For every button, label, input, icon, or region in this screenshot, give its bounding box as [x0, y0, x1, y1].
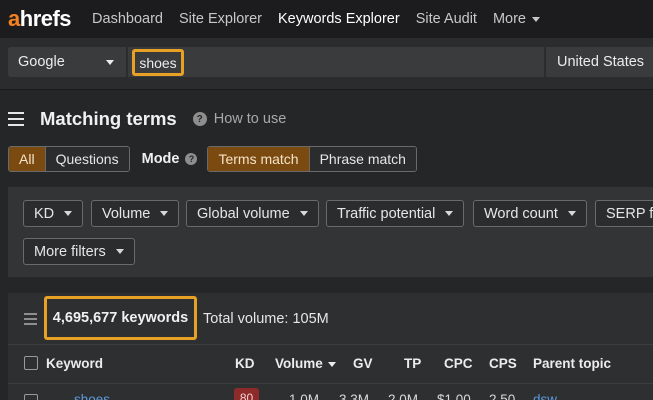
scope-all-button[interactable]: All	[9, 147, 45, 171]
scope-toggle: All Questions	[8, 146, 130, 172]
search-bar: Google United States	[0, 38, 653, 90]
chevron-down-icon	[106, 59, 114, 65]
terms-match-button[interactable]: Terms match	[208, 147, 309, 171]
row-cpc: $1.00	[437, 392, 471, 400]
match-mode-toggle: Terms match Phrase match	[207, 146, 417, 172]
table-row[interactable]: shoes 80 1.0M 3.3M 2.0M $1.00 2.50 dsw	[8, 383, 653, 400]
filter-traffic-potential-label: Traffic potential	[337, 205, 436, 222]
help-icon[interactable]: ?	[185, 153, 198, 165]
chevron-down-icon	[160, 211, 169, 216]
column-kd[interactable]: KD	[235, 356, 255, 371]
menu-icon[interactable]	[8, 112, 24, 126]
column-cpc[interactable]: CPC	[444, 356, 473, 371]
column-keyword[interactable]: Keyword	[46, 356, 103, 371]
filter-word-count-label: Word count	[484, 205, 558, 222]
row-tp: 2.0M	[388, 392, 419, 400]
phrase-match-button[interactable]: Phrase match	[308, 147, 416, 171]
chevron-down-icon	[64, 211, 73, 216]
search-engine-select[interactable]: Google	[8, 47, 126, 77]
filter-word-count[interactable]: Word count	[473, 200, 587, 227]
more-filters-button[interactable]: More filters	[23, 238, 135, 265]
chevron-down-icon	[115, 249, 124, 254]
page-heading: Matching terms ? How to use	[8, 106, 286, 132]
nav-site-audit[interactable]: Site Audit	[416, 11, 477, 27]
nav-more[interactable]: More	[493, 11, 540, 27]
table-header: Keyword KD Volume GV TP CPC CPS Parent t…	[8, 346, 653, 380]
page-title: Matching terms	[40, 108, 177, 129]
column-parent-topic[interactable]: Parent topic	[533, 356, 611, 371]
nav-site-explorer[interactable]: Site Explorer	[179, 11, 262, 27]
nav-dashboard[interactable]: Dashboard	[92, 11, 163, 27]
chevron-down-icon	[445, 211, 454, 216]
nav-keywords-explorer[interactable]: Keywords Explorer	[278, 11, 400, 27]
row-keyword[interactable]: shoes	[74, 392, 110, 400]
top-nav: a hrefs Dashboard Site Explorer Keywords …	[0, 0, 653, 38]
nav-more-label: More	[492, 11, 526, 27]
column-volume[interactable]: Volume	[275, 356, 336, 371]
row-volume: 1.0M	[289, 392, 320, 400]
select-all-checkbox[interactable]	[24, 356, 38, 370]
mode-label-text: Mode	[141, 151, 180, 167]
country-select[interactable]: United States	[546, 47, 653, 77]
search-engine-value: Google	[18, 54, 65, 70]
total-volume: Total volume: 105M	[203, 311, 329, 327]
filter-kd[interactable]: KD	[23, 200, 84, 227]
row-cps: 2.50	[489, 392, 516, 400]
ahrefs-logo[interactable]: a hrefs	[8, 6, 72, 32]
column-gv[interactable]: GV	[353, 356, 373, 371]
filter-volume-label: Volume	[102, 205, 151, 222]
results-panel: 4,695,677 keywords Total volume: 105M Ke…	[8, 293, 653, 400]
filter-kd-label: KD	[34, 205, 55, 222]
column-volume-label: Volume	[275, 356, 323, 371]
filter-serp-features[interactable]: SERP features	[595, 200, 653, 227]
more-filters-label: More filters	[34, 243, 106, 260]
column-cps[interactable]: CPS	[489, 356, 517, 371]
sort-desc-icon	[327, 361, 336, 367]
filter-panel: KD Volume Global volume Traffic potentia…	[8, 187, 653, 277]
filter-global-volume-label: Global volume	[197, 205, 290, 222]
kd-badge: 80	[234, 388, 259, 400]
logo-a: a	[8, 6, 20, 31]
row-parent-topic[interactable]: dsw	[533, 392, 557, 400]
keyword-count: 4,695,677 keywords	[44, 296, 197, 340]
keyword-input-value[interactable]: shoes	[132, 49, 184, 76]
help-icon: ?	[192, 112, 207, 126]
filter-volume[interactable]: Volume	[91, 200, 180, 227]
mode-row: All Questions Mode ? Terms match Phrase …	[8, 146, 417, 172]
how-to-use-label: How to use	[213, 111, 287, 127]
filter-global-volume[interactable]: Global volume	[186, 200, 319, 227]
results-summary: 4,695,677 keywords Total volume: 105M	[8, 293, 653, 345]
chevron-down-icon	[567, 211, 576, 216]
chevron-down-icon	[532, 16, 540, 22]
keyword-input[interactable]	[128, 47, 544, 77]
mode-label: Mode ?	[142, 151, 208, 167]
how-to-use-link[interactable]: ? How to use	[192, 111, 287, 127]
chevron-down-icon	[299, 211, 308, 216]
row-checkbox[interactable]	[24, 394, 38, 400]
row-gv: 3.3M	[339, 392, 370, 400]
column-tp[interactable]: TP	[404, 356, 421, 371]
scope-questions-button[interactable]: Questions	[44, 147, 129, 171]
filter-traffic-potential[interactable]: Traffic potential	[326, 200, 465, 227]
drag-handle-icon[interactable]	[24, 313, 37, 325]
logo-rest: hrefs	[19, 6, 72, 31]
